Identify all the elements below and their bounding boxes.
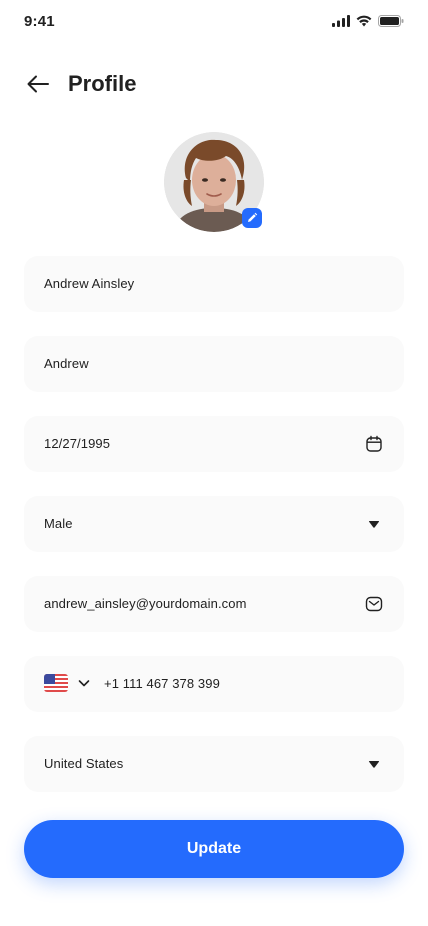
- gender-value: Male: [44, 516, 73, 531]
- battery-icon: [378, 15, 404, 27]
- wifi-icon: [356, 15, 372, 27]
- us-flag-icon[interactable]: [44, 674, 68, 692]
- date-of-birth-field[interactable]: 12/27/1995: [24, 416, 404, 472]
- country-value: United States: [44, 756, 124, 771]
- header: Profile: [0, 60, 428, 108]
- phone-value: +1 111 467 378 399: [104, 676, 220, 691]
- email-value: andrew_ainsley@yourdomain.com: [44, 596, 247, 611]
- status-bar: 9:41: [0, 0, 428, 44]
- phone-field[interactable]: +1 111 467 378 399: [24, 656, 404, 712]
- page-title: Profile: [68, 71, 137, 96]
- email-field[interactable]: andrew_ainsley@yourdomain.com: [24, 576, 404, 632]
- avatar-container: [164, 132, 264, 232]
- triangle-down-icon[interactable]: [364, 514, 384, 534]
- triangle-down-icon[interactable]: [364, 754, 384, 774]
- calendar-icon[interactable]: [364, 434, 384, 454]
- update-button[interactable]: Update: [24, 820, 404, 878]
- country-select[interactable]: United States: [24, 736, 404, 792]
- cellular-signal-icon: [332, 15, 350, 27]
- chevron-down-icon[interactable]: [76, 675, 92, 691]
- status-icons: [332, 15, 404, 27]
- date-of-birth-value: 12/27/1995: [44, 436, 111, 451]
- arrow-left-icon: [27, 75, 49, 93]
- back-button[interactable]: [22, 70, 54, 98]
- full-name-value: Andrew Ainsley: [44, 276, 135, 291]
- gender-select[interactable]: Male: [24, 496, 404, 552]
- full-name-field[interactable]: Andrew Ainsley: [24, 256, 404, 312]
- nickname-field[interactable]: Andrew: [24, 336, 404, 392]
- status-time: 9:41: [24, 13, 55, 30]
- envelope-icon: [364, 594, 384, 614]
- edit-avatar-button[interactable]: [242, 208, 262, 228]
- nickname-value: Andrew: [44, 356, 89, 371]
- edit-icon: [248, 212, 258, 222]
